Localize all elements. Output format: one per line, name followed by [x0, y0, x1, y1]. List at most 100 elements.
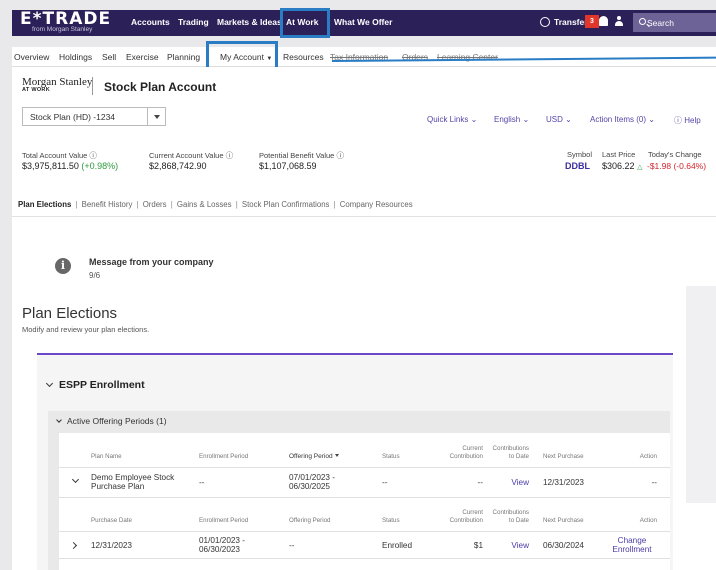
col-action-2: Action — [639, 517, 657, 524]
tab-benefit-history[interactable]: Benefit History — [82, 200, 133, 209]
current-value-label: Current Account Value ⓘ — [149, 151, 234, 160]
highlight-at-work — [280, 8, 330, 38]
cell-status: -- — [382, 478, 388, 487]
subnav-overview[interactable]: Overview — [14, 52, 49, 62]
page-gutter — [686, 286, 716, 503]
subnav-sell[interactable]: Sell — [102, 52, 116, 62]
currency-label: USD — [546, 115, 563, 124]
cell-next-purchase: 12/31/2023 — [543, 478, 584, 487]
etrade-logo[interactable]: E*TRADE — [20, 11, 111, 28]
tab-plan-elections[interactable]: Plan Elections — [18, 200, 71, 209]
cell-enrollment-period-2: 01/01/2023 -06/30/2023 — [199, 536, 245, 554]
nav-trading[interactable]: Trading — [178, 17, 209, 27]
action-items-label: Action Items (0) — [590, 115, 647, 124]
col-current-contribution-2: Current Contribution — [449, 509, 483, 524]
total-change: (+0.98%) — [81, 161, 119, 171]
action-items-menu[interactable]: Action Items (0) ⌄ — [590, 115, 655, 124]
cell-next-purchase-2: 06/30/2024 — [543, 541, 584, 550]
info-icon: i — [55, 258, 71, 274]
message-date: 9/6 — [89, 271, 101, 280]
language-label: English — [494, 115, 521, 124]
divider — [12, 216, 716, 217]
last-price: $306.22 △ — [602, 161, 643, 171]
col-next-purchase-2: Next Purchase — [543, 517, 584, 524]
brand-subtitle: AT WORK — [22, 87, 50, 93]
chevron-down-icon: ⌄ — [522, 115, 530, 124]
tab-company-resources[interactable]: Company Resources — [340, 200, 413, 209]
nav-markets-ideas[interactable]: Markets & Ideas — [217, 17, 282, 27]
col-status: Status — [382, 453, 400, 460]
subnav-resources[interactable]: Resources — [283, 52, 324, 62]
up-arrow-icon: △ — [637, 164, 643, 171]
quick-links-label: Quick Links — [427, 115, 469, 124]
sort-icon — [334, 454, 339, 457]
active-periods-toggle[interactable]: Active Offering Periods (1) — [56, 416, 167, 426]
subnav-exercise[interactable]: Exercise — [126, 52, 159, 62]
symbol-label: Symbol — [567, 150, 593, 159]
section-subtitle: Modify and review your plan elections. — [22, 325, 150, 334]
user-icon[interactable] — [614, 16, 624, 27]
view-contributions-link[interactable]: View — [489, 478, 529, 487]
chevron-down-icon — [154, 115, 160, 119]
espp-panel: ESPP Enrollment Active Offering Periods … — [37, 353, 673, 570]
col-next-purchase: Next Purchase — [543, 453, 584, 460]
info-icon: ⓘ — [89, 151, 97, 160]
total-value: $3,975,811.50 (+0.98%) — [22, 161, 119, 171]
offering-table: Plan Name Enrollment Period Offering Per… — [59, 433, 670, 570]
tab-orders[interactable]: Orders — [143, 200, 167, 209]
change-enrollment-link[interactable]: Change Enrollment — [607, 536, 657, 554]
page-title: Stock Plan Account — [104, 80, 217, 94]
currency-menu[interactable]: USD ⌄ — [546, 115, 572, 124]
active-periods-label: Active Offering Periods (1) — [67, 416, 167, 426]
info-icon: ⓘ — [336, 151, 344, 160]
tab-confirmations[interactable]: Stock Plan Confirmations — [242, 200, 330, 209]
tab-bar: Plan Elections | Benefit History | Order… — [18, 200, 413, 209]
symbol-value[interactable]: DDBL — [565, 161, 590, 171]
cell-offering-period: 07/01/2023 -06/30/2025 — [289, 473, 335, 491]
chevron-down-icon — [56, 417, 62, 423]
search-input[interactable] — [647, 16, 713, 29]
subnav-holdings[interactable]: Holdings — [59, 52, 92, 62]
todays-change: -$1.98 (-0.64%) — [647, 161, 707, 171]
chevron-right-icon[interactable] — [69, 541, 78, 550]
total-value-label: Total Account Value ⓘ — [22, 151, 97, 160]
col-plan-name: Plan Name — [91, 453, 122, 460]
help-icon: ⓘ — [674, 116, 682, 125]
chevron-down-icon[interactable] — [71, 475, 80, 484]
active-offering-section: Active Offering Periods (1) Plan Name En… — [48, 411, 670, 570]
search-icon — [639, 18, 646, 25]
help-link[interactable]: ⓘ Help — [674, 115, 701, 126]
last-price-label: Last Price — [602, 150, 636, 159]
col-status-2: Status — [382, 517, 400, 524]
col-contributions-to-date-2: Contributions to Date — [492, 509, 529, 524]
language-menu[interactable]: English ⌄ — [494, 115, 529, 124]
nav-what-we-offer[interactable]: What We Offer — [334, 17, 392, 27]
todays-change-label: Today's Change — [648, 150, 702, 159]
bell-icon[interactable] — [599, 16, 608, 26]
transfer-button[interactable]: Transfer — [540, 17, 588, 27]
view-contributions-link[interactable]: View — [489, 541, 529, 550]
cell-enrollment-period: -- — [199, 478, 205, 487]
tab-gains-losses[interactable]: Gains & Losses — [177, 200, 232, 209]
current-value: $2,868,742.90 — [149, 161, 207, 171]
help-label: Help — [684, 116, 701, 125]
account-select-value: Stock Plan (HD) -1234 — [30, 112, 116, 122]
select-divider — [147, 108, 148, 125]
espp-title: ESPP Enrollment — [59, 379, 145, 391]
logo-subtitle: from Morgan Stanley — [32, 26, 93, 33]
espp-toggle[interactable]: ESPP Enrollment — [45, 379, 145, 391]
account-select[interactable]: Stock Plan (HD) -1234 — [22, 107, 166, 126]
message-title[interactable]: Message from your company — [89, 257, 214, 267]
nav-accounts[interactable]: Accounts — [131, 17, 170, 27]
col-offering-period[interactable]: Offering Period — [289, 453, 339, 461]
chevron-down-icon — [45, 379, 54, 388]
col-enrollment-period-2: Enrollment Period — [199, 517, 249, 524]
subnav-planning[interactable]: Planning — [167, 52, 205, 62]
notification-badge[interactable]: 3 — [585, 15, 599, 28]
col-enrollment-period: Enrollment Period — [199, 453, 249, 460]
transfer-icon — [540, 17, 550, 27]
quick-links-menu[interactable]: Quick Links ⌄ — [427, 115, 477, 124]
chevron-down-icon: ⌄ — [648, 115, 655, 124]
chevron-down-icon: ⌄ — [565, 115, 572, 124]
search-box[interactable] — [633, 13, 716, 32]
